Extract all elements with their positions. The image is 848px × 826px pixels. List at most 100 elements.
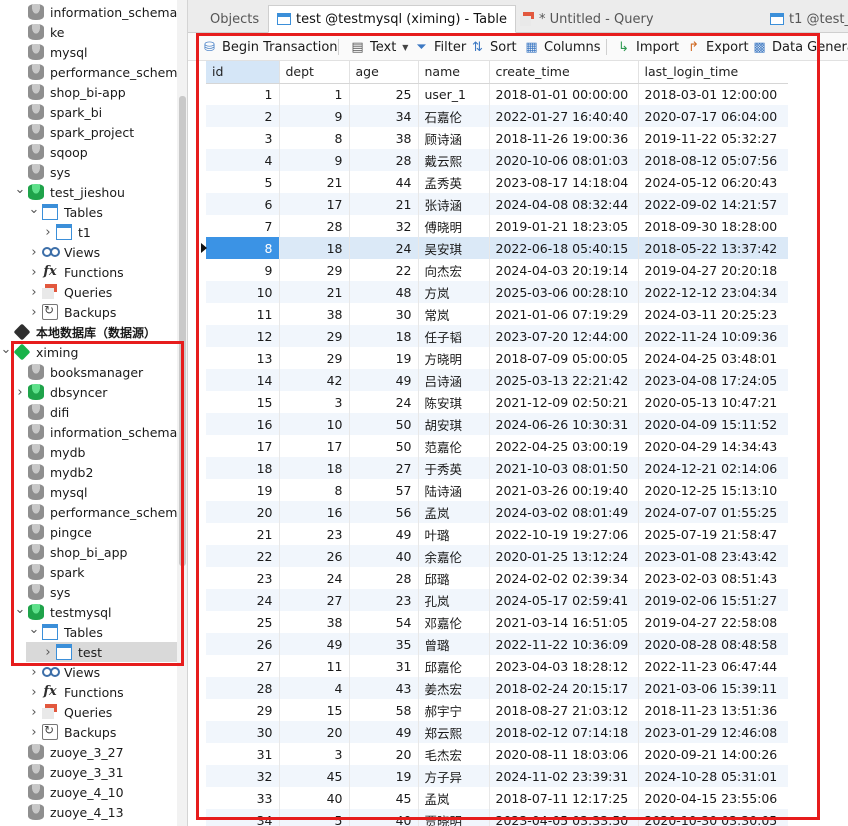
cell-dept[interactable]: 21 [279,171,350,193]
chevron-down-icon[interactable]: ⌄ [0,339,12,359]
tab-untitled-query[interactable]: * Untitled - Query [512,5,662,33]
cell-name[interactable]: 吕诗涵 [418,369,490,391]
cell-name[interactable]: 石嘉伦 [418,105,490,127]
tree-item-spark_project[interactable]: spark_project [0,122,187,142]
tree-item-t1[interactable]: › t1 [0,222,187,242]
cell-id[interactable]: 26 [206,633,280,655]
tree-item-ke[interactable]: ke [0,22,187,42]
table-row[interactable]: 18 18 27 于秀英 2021-10-03 08:01:50 2024-12-21 0… [206,457,788,479]
cell-id[interactable]: 2 [206,105,280,127]
chevron-down-icon[interactable]: ⌄ [28,619,40,639]
cell-name[interactable]: 顾诗涵 [418,127,490,149]
cell-age[interactable]: 21 [349,193,419,215]
cell-last-login-time[interactable]: 2022-11-24 10:09:36 [638,325,788,347]
begin-transaction-button[interactable]: ⛁ Begin Transaction [202,37,337,57]
cell-last-login-time[interactable]: 2023-02-03 08:51:43 [638,567,788,589]
cell-id[interactable]: 1 [206,83,280,105]
cell-age[interactable]: 28 [349,567,419,589]
cell-create-time[interactable]: 2021-12-09 02:50:21 [489,391,639,413]
data-generation-button[interactable]: ▩ Data Generati [752,37,848,57]
cell-dept[interactable]: 18 [279,457,350,479]
table-row[interactable]: 30 20 49 郑云熙 2018-02-12 07:14:18 2023-01-29 1… [206,721,788,743]
cell-name[interactable]: 胡安琪 [418,413,490,435]
tree-item-sys[interactable]: sys [0,162,187,182]
tree-item-mysql[interactable]: mysql [0,42,187,62]
cell-last-login-time[interactable]: 2020-04-09 15:11:52 [638,413,788,435]
cell-last-login-time[interactable]: 2022-09-02 14:21:57 [638,193,788,215]
tree-item-queries[interactable]: › Queries [0,282,187,302]
cell-age[interactable]: 57 [349,479,419,501]
cell-id[interactable]: 8 [206,237,280,259]
table-row[interactable]: 19 8 57 陆诗涵 2021-03-26 00:19:40 2020-12-25 15… [206,479,788,501]
cell-create-time[interactable]: 2022-04-25 03:00:19 [489,435,639,457]
table-row[interactable]: 12 29 18 任子韬 2023-07-20 12:44:00 2022-11-24 1… [206,325,788,347]
cell-create-time[interactable]: 2018-02-12 07:14:18 [489,721,639,743]
cell-create-time[interactable]: 2021-10-03 08:01:50 [489,457,639,479]
cell-last-login-time[interactable]: 2020-10-30 03:30:05 [638,809,788,826]
cell-age[interactable]: 34 [349,105,419,127]
cell-id[interactable]: 17 [206,435,280,457]
cell-id[interactable]: 30 [206,721,280,743]
tree-scrollbar[interactable] [177,0,187,826]
cell-create-time[interactable]: 2020-08-11 18:03:06 [489,743,639,765]
table-row[interactable]: 23 24 28 邱璐 2024-02-02 02:39:34 2023-02-03 08… [206,567,788,589]
cell-name[interactable]: 任子韬 [418,325,490,347]
table-row[interactable]: 11 38 30 常岚 2021-01-06 07:19:29 2024-03-11 20… [206,303,788,325]
cell-age[interactable]: 32 [349,215,419,237]
tree-item-zuoye_4_13[interactable]: zuoye_4_13 [0,802,187,822]
tree-item-views[interactable]: › Views [0,242,187,262]
cell-last-login-time[interactable]: 2020-04-29 14:34:43 [638,435,788,457]
tree-item-mydb2[interactable]: mydb2 [0,462,187,482]
cell-last-login-time[interactable]: 2023-04-08 17:24:05 [638,369,788,391]
cell-dept[interactable]: 10 [279,413,350,435]
chevron-right-icon[interactable]: › [28,682,40,702]
cell-age[interactable]: 30 [349,303,419,325]
tree-item-sys[interactable]: sys [0,582,187,602]
cell-name[interactable]: 方子异 [418,765,490,787]
tree-item-performance_schema[interactable]: performance_schema [0,62,187,82]
cell-name[interactable]: 贾晓明 [418,809,490,826]
cell-dept[interactable]: 15 [279,699,350,721]
cell-id[interactable]: 3 [206,127,280,149]
tree-item-information_schema[interactable]: information_schema [0,422,187,442]
cell-age[interactable]: 19 [349,765,419,787]
cell-age[interactable]: 54 [349,611,419,633]
cell-create-time[interactable]: 2024-04-03 20:19:14 [489,259,639,281]
tree-item-functions[interactable]: › fx Functions [0,682,187,702]
cell-last-login-time[interactable]: 2019-02-06 15:51:27 [638,589,788,611]
cell-dept[interactable]: 45 [279,765,350,787]
cell-last-login-time[interactable]: 2020-08-28 08:48:58 [638,633,788,655]
cell-name[interactable]: 张诗涵 [418,193,490,215]
cell-id[interactable]: 13 [206,347,280,369]
cell-last-login-time[interactable]: 2018-05-22 13:37:42 [638,237,788,259]
cell-age[interactable]: 44 [349,171,419,193]
cell-name[interactable]: 戴云熙 [418,149,490,171]
cell-age[interactable]: 35 [349,633,419,655]
tree-item-zuoye_3_27[interactable]: zuoye_3_27 [0,742,187,762]
tab-test-table[interactable]: test @testmysql (ximing) - Table [268,5,516,33]
table-row[interactable]: 33 40 45 孟岚 2018-07-11 12:17:25 2020-04-15 23… [206,787,788,809]
cell-create-time[interactable]: 2020-01-25 13:12:24 [489,545,639,567]
cell-last-login-time[interactable]: 2019-04-27 20:20:18 [638,259,788,281]
cell-last-login-time[interactable]: 2023-01-29 12:46:08 [638,721,788,743]
cell-last-login-time[interactable]: 2024-07-07 01:55:25 [638,501,788,523]
cell-create-time[interactable]: 2018-11-26 19:00:36 [489,127,639,149]
cell-dept[interactable]: 4 [279,677,350,699]
cell-dept[interactable]: 21 [279,281,350,303]
table-row[interactable]: 15 3 24 陈安琪 2021-12-09 02:50:21 2020-05-13 10… [206,391,788,413]
sort-button[interactable]: ⇅ Sort [470,37,517,57]
tree-item-functions[interactable]: › fx Functions [0,262,187,282]
cell-age[interactable]: 38 [349,127,419,149]
cell-id[interactable]: 20 [206,501,280,523]
table-row[interactable]: 29 15 58 郝宇宁 2018-08-27 21:03:12 2018-11-23 1… [206,699,788,721]
cell-age[interactable]: 23 [349,589,419,611]
cell-last-login-time[interactable]: 2025-07-19 21:58:47 [638,523,788,545]
cell-id[interactable]: 21 [206,523,280,545]
cell-age[interactable]: 18 [349,325,419,347]
tree-item-tables[interactable]: ⌄ Tables [0,202,187,222]
cell-dept[interactable]: 17 [279,193,350,215]
table-row[interactable]: 7 28 32 傅晓明 2019-01-21 18:23:05 2018-09-30 18… [206,215,788,237]
cell-name[interactable]: user_1 [418,83,490,105]
cell-dept[interactable]: 9 [279,149,350,171]
cell-age[interactable]: 40 [349,545,419,567]
